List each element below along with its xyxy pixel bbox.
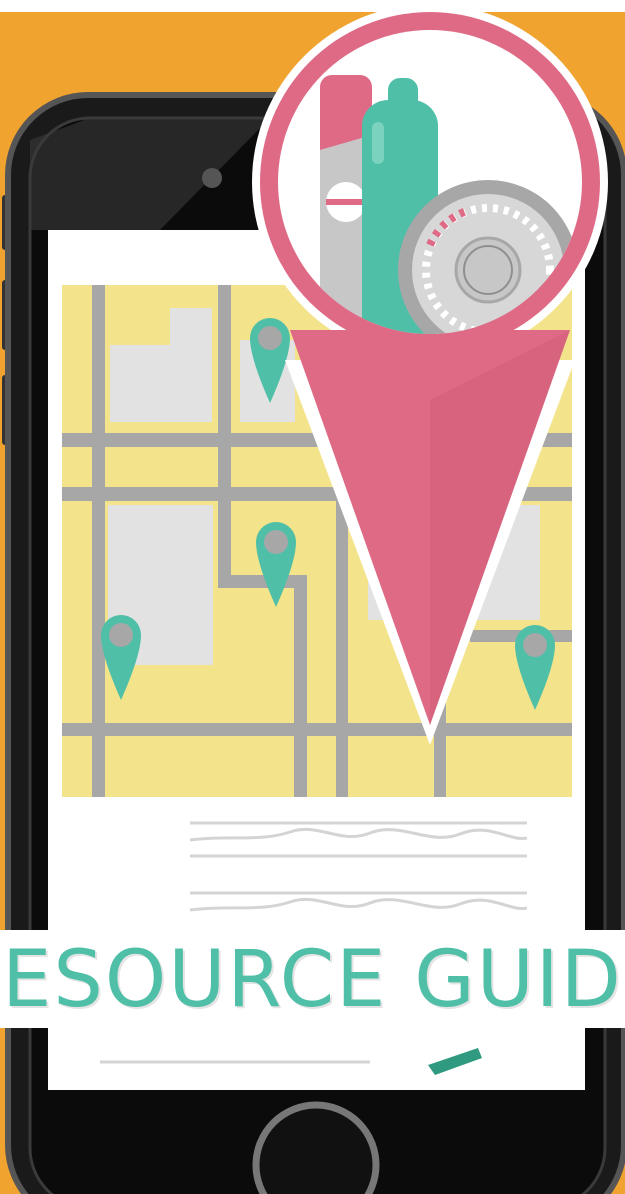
banner-title: ESOURCE GUID xyxy=(2,935,623,1025)
home-button[interactable] xyxy=(252,1101,380,1194)
resource-guide-banner: ESOURCE GUID xyxy=(0,930,625,1030)
camera-icon xyxy=(202,168,222,188)
